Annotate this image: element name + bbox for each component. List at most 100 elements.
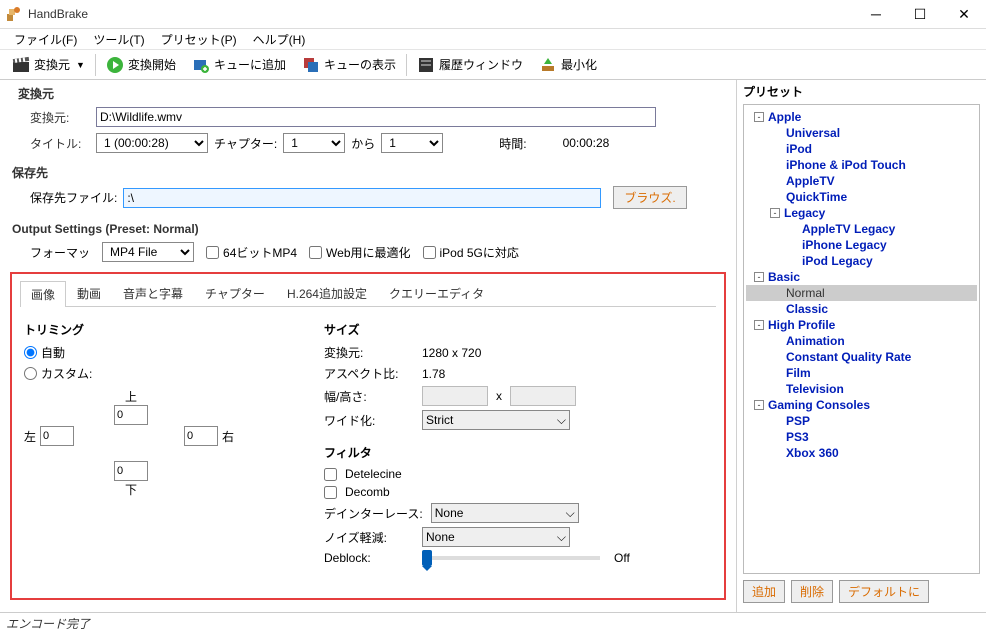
- crop-auto-radio[interactable]: 自動: [24, 342, 324, 363]
- crop-custom-radio[interactable]: カスタム:: [24, 363, 324, 384]
- preset-ipod-legacy[interactable]: iPod Legacy: [746, 253, 977, 269]
- show-queue-button[interactable]: キューの表示: [294, 53, 404, 77]
- source-button[interactable]: 変換元 ▼: [4, 53, 93, 77]
- minimize-button[interactable]: ─: [854, 0, 898, 28]
- maximize-button[interactable]: ☐: [898, 0, 942, 28]
- source-label: 変換元: [34, 56, 70, 73]
- preset-classic[interactable]: Classic: [746, 301, 977, 317]
- deblock-label: Deblock:: [324, 551, 414, 565]
- preset-film[interactable]: Film: [746, 365, 977, 381]
- preset-animation[interactable]: Animation: [746, 333, 977, 349]
- filter-title: フィルタ: [324, 440, 712, 465]
- noise-select[interactable]: None⌵: [422, 527, 570, 547]
- show-queue-icon: [302, 56, 320, 74]
- preset-television[interactable]: Television: [746, 381, 977, 397]
- large-checkbox[interactable]: 64ビットMP4: [206, 244, 297, 261]
- title-label: タイトル:: [30, 135, 90, 152]
- web-checkbox[interactable]: Web用に最適化: [309, 244, 410, 261]
- detelecine-checkbox[interactable]: Detelecine: [324, 465, 712, 483]
- deblock-slider[interactable]: [422, 556, 600, 560]
- crop-bottom-label: 下: [125, 483, 137, 497]
- aspect-value: 1.78: [422, 367, 445, 381]
- deblock-value: Off: [614, 551, 630, 565]
- deint-select[interactable]: None⌵: [431, 503, 579, 523]
- start-button[interactable]: 変換開始: [98, 53, 184, 77]
- dest-label: 保存先ファイル:: [30, 189, 117, 206]
- preset-tree: -Apple Universal iPod iPhone & iPod Touc…: [743, 104, 980, 574]
- tab-query[interactable]: クエリーエディタ: [378, 280, 495, 306]
- minimize-tray-button[interactable]: 最小化: [531, 53, 605, 77]
- preset-node-basic[interactable]: -Basic: [746, 269, 977, 285]
- decomb-checkbox[interactable]: Decomb: [324, 483, 712, 501]
- tab-image[interactable]: 画像: [20, 281, 66, 307]
- add-queue-label: キューに追加: [214, 56, 286, 73]
- crop-title: トリミング: [24, 317, 324, 342]
- height-input[interactable]: [510, 386, 576, 406]
- preset-xbox[interactable]: Xbox 360: [746, 445, 977, 461]
- chapter-from-select[interactable]: 1: [283, 133, 345, 153]
- collapse-icon[interactable]: -: [770, 208, 780, 218]
- wide-select[interactable]: Strict⌵: [422, 410, 570, 430]
- preset-title: プリセット: [743, 83, 980, 104]
- preset-appletv-legacy[interactable]: AppleTV Legacy: [746, 221, 977, 237]
- width-input[interactable]: [422, 386, 488, 406]
- menu-preset[interactable]: プリセット(P): [153, 29, 245, 50]
- history-button[interactable]: 履歴ウィンドウ: [409, 53, 531, 77]
- add-queue-button[interactable]: キューに追加: [184, 53, 294, 77]
- chapter-sep: から: [351, 135, 375, 152]
- time-label: 時間:: [499, 135, 526, 152]
- wh-label: 幅/高さ:: [324, 388, 414, 405]
- source-path-input[interactable]: [96, 107, 656, 127]
- preset-ipod[interactable]: iPod: [746, 141, 977, 157]
- browse-button[interactable]: ブラウズ.: [613, 186, 686, 209]
- chapter-to-select[interactable]: 1: [381, 133, 443, 153]
- preset-iphone[interactable]: iPhone & iPod Touch: [746, 157, 977, 173]
- clapboard-icon: [12, 56, 30, 74]
- preset-psp[interactable]: PSP: [746, 413, 977, 429]
- app-icon: [6, 6, 22, 22]
- preset-iphone-legacy[interactable]: iPhone Legacy: [746, 237, 977, 253]
- history-label: 履歴ウィンドウ: [439, 56, 523, 73]
- crop-right-input[interactable]: [184, 426, 218, 446]
- preset-node-gaming[interactable]: -Gaming Consoles: [746, 397, 977, 413]
- collapse-icon[interactable]: -: [754, 400, 764, 410]
- preset-node-apple[interactable]: -Apple: [746, 109, 977, 125]
- menu-tool[interactable]: ツール(T): [85, 29, 152, 50]
- tab-chapter[interactable]: チャプター: [194, 280, 276, 306]
- tab-video[interactable]: 動画: [66, 280, 112, 306]
- preset-cqr[interactable]: Constant Quality Rate: [746, 349, 977, 365]
- preset-node-high[interactable]: -High Profile: [746, 317, 977, 333]
- menu-file[interactable]: ファイル(F): [6, 29, 85, 50]
- crop-bottom-input[interactable]: [114, 461, 148, 481]
- size-title: サイズ: [324, 317, 712, 342]
- preset-del-button[interactable]: 削除: [791, 580, 833, 603]
- crop-left-input[interactable]: [40, 426, 74, 446]
- chapter-label: チャプター:: [214, 135, 277, 152]
- collapse-icon[interactable]: -: [754, 112, 764, 122]
- time-value: 00:00:28: [563, 136, 610, 150]
- tab-audio[interactable]: 音声と字幕: [112, 280, 194, 306]
- format-select[interactable]: MP4 File: [102, 242, 194, 262]
- menu-help[interactable]: ヘルプ(H): [245, 29, 314, 50]
- preset-add-button[interactable]: 追加: [743, 580, 785, 603]
- ipod-checkbox[interactable]: iPod 5Gに対応: [423, 244, 519, 261]
- collapse-icon[interactable]: -: [754, 272, 764, 282]
- crop-top-input[interactable]: [114, 405, 148, 425]
- preset-appletv[interactable]: AppleTV: [746, 173, 977, 189]
- tab-h264[interactable]: H.264追加設定: [276, 280, 378, 306]
- preset-quicktime[interactable]: QuickTime: [746, 189, 977, 205]
- crop-right-label: 右: [222, 428, 234, 445]
- preset-default-button[interactable]: デフォルトに: [839, 580, 929, 603]
- collapse-icon[interactable]: -: [754, 320, 764, 330]
- source-label: 変換元:: [30, 109, 90, 126]
- preset-node-legacy[interactable]: -Legacy: [746, 205, 977, 221]
- preset-normal[interactable]: Normal: [746, 285, 977, 301]
- start-label: 変換開始: [128, 56, 176, 73]
- close-button[interactable]: ✕: [942, 0, 986, 28]
- title-select[interactable]: 1 (00:00:28): [96, 133, 208, 153]
- preset-ps3[interactable]: PS3: [746, 429, 977, 445]
- dest-path-input[interactable]: [123, 188, 601, 208]
- chevron-down-icon: ⌵: [566, 506, 575, 521]
- minimize-icon: [539, 56, 557, 74]
- preset-universal[interactable]: Universal: [746, 125, 977, 141]
